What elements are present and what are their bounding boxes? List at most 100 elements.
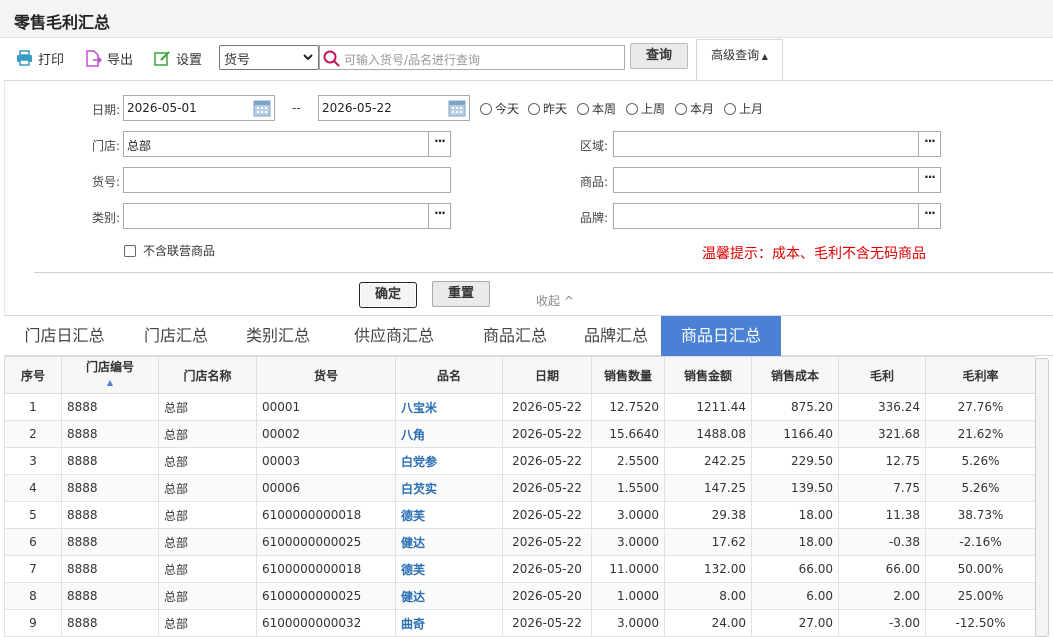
reset-button[interactable]: 重置 bbox=[432, 281, 490, 307]
category-field[interactable]: ··· bbox=[123, 203, 451, 229]
table-row[interactable]: 3 8888 总部 00003 白党参 2026-05-22 2.5500 242.25 229… bbox=[4, 447, 1036, 475]
col-header-sorted[interactable]: 门店编号 ▲ bbox=[61, 356, 159, 394]
query-button[interactable]: 查询 bbox=[630, 43, 688, 69]
region-picker-button[interactable]: ··· bbox=[918, 132, 940, 156]
radio-circle bbox=[528, 102, 540, 115]
col-header[interactable]: 毛利 bbox=[838, 356, 926, 394]
table-cell: 总部 bbox=[158, 528, 257, 556]
radio-this-week[interactable]: 本周 bbox=[577, 100, 616, 117]
radio-circle bbox=[675, 102, 687, 115]
table-cell: 66.00 bbox=[838, 555, 926, 583]
col-header[interactable]: 销售成本 bbox=[751, 356, 839, 394]
print-button[interactable]: 打印 bbox=[16, 48, 64, 68]
product-name-link[interactable]: 德芙 bbox=[395, 501, 503, 529]
region-field[interactable]: ··· bbox=[613, 131, 941, 157]
tab-store[interactable]: 门店汇总 bbox=[125, 316, 227, 356]
tab-product-daily[interactable]: 商品日汇总 bbox=[661, 316, 781, 356]
tab-category[interactable]: 类别汇总 bbox=[227, 316, 329, 356]
table-row[interactable]: 7 8888 总部 6100000000018 德芙 2026-05-20 11.0000 1… bbox=[4, 555, 1036, 583]
table-row[interactable]: 9 8888 总部 6100000000032 曲奇 2026-05-22 3.0000 24… bbox=[4, 609, 1036, 637]
table-cell: 1211.44 bbox=[664, 393, 752, 421]
table-cell: 8888 bbox=[61, 420, 159, 448]
confirm-button[interactable]: 确定 bbox=[359, 282, 417, 308]
table-cell: 00003 bbox=[256, 447, 396, 475]
radio-last-month[interactable]: 上月 bbox=[724, 100, 763, 117]
caret-up-icon: ▲ bbox=[759, 52, 768, 61]
advanced-search-tab[interactable]: 高级查询 ▲ bbox=[696, 39, 783, 81]
col-header[interactable]: 品名 bbox=[395, 356, 503, 394]
collapse-link[interactable]: 收起 ^ bbox=[536, 292, 574, 309]
table-row[interactable]: 8 8888 总部 6100000000025 健达 2026-05-20 1.0000 8.… bbox=[4, 582, 1036, 610]
table-cell: 2026-05-22 bbox=[502, 609, 592, 637]
tab-supplier[interactable]: 供应商汇总 bbox=[329, 316, 459, 356]
radio-label: 昨天 bbox=[543, 102, 568, 116]
table-cell: 2.5500 bbox=[591, 447, 665, 475]
store-field[interactable]: 总部 ··· bbox=[123, 131, 451, 157]
exclude-joint-label: 不含联营商品 bbox=[143, 244, 216, 258]
chevron-up-icon: ^ bbox=[563, 294, 574, 308]
search-input[interactable]: 可输入货号/品名进行查询 bbox=[319, 45, 625, 70]
product-name-link[interactable]: 白芡实 bbox=[395, 474, 503, 502]
brand-picker-button[interactable]: ··· bbox=[918, 204, 940, 228]
table-cell: 4 bbox=[4, 474, 62, 502]
store-picker-button[interactable]: ··· bbox=[428, 132, 450, 156]
field-select[interactable]: 货号 bbox=[219, 45, 319, 70]
export-icon bbox=[86, 49, 102, 67]
product-name-link[interactable]: 八角 bbox=[395, 420, 503, 448]
radio-today[interactable]: 今天 bbox=[480, 100, 519, 117]
brand-field[interactable]: ··· bbox=[613, 203, 941, 229]
table-cell: 6100000000018 bbox=[256, 555, 396, 583]
table-row[interactable]: 2 8888 总部 00002 八角 2026-05-22 15.6640 1488.08 11… bbox=[4, 420, 1036, 448]
table-row[interactable]: 1 8888 总部 00001 八宝米 2026-05-22 12.7520 1211.44 8… bbox=[4, 393, 1036, 421]
product-name-link[interactable]: 德芙 bbox=[395, 555, 503, 583]
radio-label: 本周 bbox=[592, 102, 617, 116]
tab-store-daily[interactable]: 门店日汇总 bbox=[4, 316, 125, 356]
radio-this-month[interactable]: 本月 bbox=[675, 100, 714, 117]
col-header[interactable]: 毛利率 bbox=[925, 356, 1036, 394]
calendar-icon[interactable] bbox=[445, 96, 469, 120]
product-name-link[interactable]: 曲奇 bbox=[395, 609, 503, 637]
product-name-link[interactable]: 白党参 bbox=[395, 447, 503, 475]
settings-button[interactable]: 设置 bbox=[154, 48, 202, 68]
table-cell: 6100000000025 bbox=[256, 528, 396, 556]
col-header[interactable]: 销售数量 bbox=[591, 356, 665, 394]
product-name-link[interactable]: 健达 bbox=[395, 528, 503, 556]
col-header[interactable]: 序号 bbox=[4, 356, 62, 394]
product-name-link[interactable]: 健达 bbox=[395, 582, 503, 610]
calendar-icon[interactable] bbox=[250, 96, 274, 120]
col-header[interactable]: 货号 bbox=[256, 356, 396, 394]
vertical-scrollbar[interactable] bbox=[1035, 358, 1049, 637]
table-cell: 1.0000 bbox=[591, 582, 665, 610]
table-cell: 6100000000018 bbox=[256, 501, 396, 529]
table-cell: 24.00 bbox=[664, 609, 752, 637]
product-field[interactable]: ··· bbox=[613, 167, 941, 193]
product-name-link[interactable]: 八宝米 bbox=[395, 393, 503, 421]
category-picker-button[interactable]: ··· bbox=[428, 204, 450, 228]
table-row[interactable]: 6 8888 总部 6100000000025 健达 2026-05-22 3.0000 17… bbox=[4, 528, 1036, 556]
table-cell: 总部 bbox=[158, 555, 257, 583]
table-cell: -0.38 bbox=[838, 528, 926, 556]
radio-yesterday[interactable]: 昨天 bbox=[528, 100, 567, 117]
table-row[interactable]: 4 8888 总部 00006 白芡实 2026-05-22 1.5500 147.25 139… bbox=[4, 474, 1036, 502]
table-cell: 50.00% bbox=[925, 555, 1036, 583]
date-from-field[interactable]: 2026-05-01 bbox=[123, 95, 275, 121]
sku-field[interactable] bbox=[123, 167, 451, 193]
date-to-field[interactable]: 2026-05-22 bbox=[318, 95, 470, 121]
table-row[interactable]: 5 8888 总部 6100000000018 德芙 2026-05-22 3.0000 29… bbox=[4, 501, 1036, 529]
search-icon bbox=[323, 50, 340, 67]
tab-product[interactable]: 商品汇总 bbox=[459, 316, 571, 356]
export-button[interactable]: 导出 bbox=[85, 48, 133, 68]
table-cell: 2.00 bbox=[838, 582, 926, 610]
product-picker-button[interactable]: ··· bbox=[918, 168, 940, 192]
edit-icon bbox=[154, 50, 170, 66]
col-header[interactable]: 日期 bbox=[502, 356, 592, 394]
table-cell: 15.6640 bbox=[591, 420, 665, 448]
col-header[interactable]: 销售金额 bbox=[664, 356, 752, 394]
tab-brand[interactable]: 品牌汇总 bbox=[571, 316, 661, 356]
table-cell: 5.26% bbox=[925, 447, 1036, 475]
table-cell: 6 bbox=[4, 528, 62, 556]
radio-circle bbox=[626, 102, 638, 115]
col-header[interactable]: 门店名称 bbox=[158, 356, 257, 394]
exclude-joint-checkbox[interactable]: 不含联营商品 bbox=[124, 242, 215, 259]
radio-last-week[interactable]: 上周 bbox=[626, 100, 665, 117]
